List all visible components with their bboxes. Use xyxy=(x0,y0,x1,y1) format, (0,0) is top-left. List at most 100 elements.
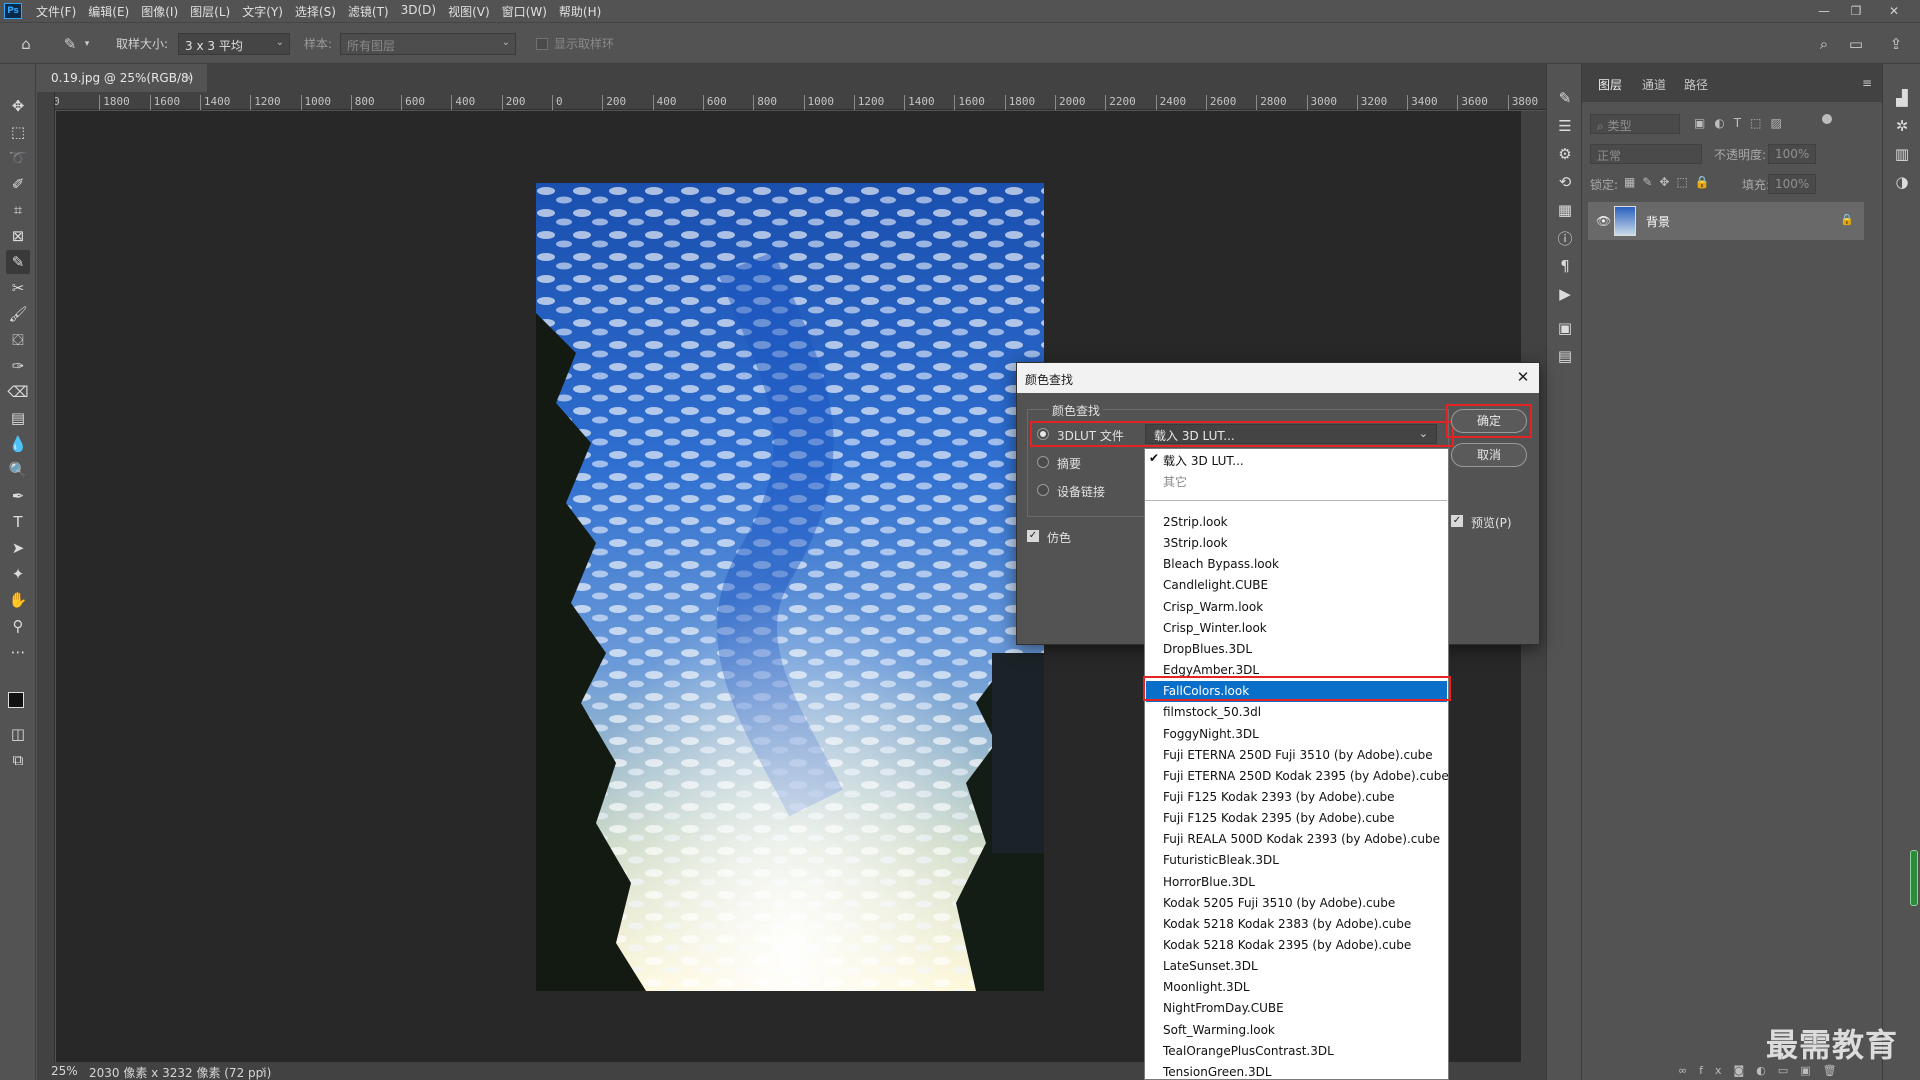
screen-mode-icon[interactable]: ⧉ xyxy=(6,748,30,772)
healing-brush-tool-icon[interactable]: ✂ xyxy=(6,276,30,300)
actions-play-icon[interactable]: ▶ xyxy=(1553,282,1577,306)
dropdown-item[interactable]: filmstock_50.3dl xyxy=(1146,702,1447,723)
dropdown-item[interactable]: Bleach Bypass.look xyxy=(1146,554,1447,575)
marquee-tool-icon[interactable]: ⬚ xyxy=(6,120,30,144)
menu-item[interactable]: 图像(I) xyxy=(135,3,184,20)
eyedropper-preset-icon[interactable]: ✎ xyxy=(60,34,80,54)
share-icon[interactable]: ⇪ xyxy=(1886,34,1906,54)
layer-filter-icons[interactable]: ▣◐T⬚▨ xyxy=(1694,116,1791,130)
navigator-icon[interactable]: ✲ xyxy=(1890,114,1914,138)
close-window-icon[interactable]: ✕ xyxy=(1880,0,1908,22)
path-selection-tool-icon[interactable]: ➤ xyxy=(6,536,30,560)
more-tools-icon[interactable]: ⋯ xyxy=(6,640,30,664)
menu-item[interactable]: 图层(L) xyxy=(184,3,236,20)
menu-item[interactable]: 3D(D) xyxy=(395,3,442,20)
show-ring-checkbox[interactable] xyxy=(536,38,548,50)
filter-toggle-icon[interactable] xyxy=(1822,114,1832,124)
dropdown-item[interactable]: DropBlues.3DL xyxy=(1146,639,1447,660)
dropdown-item[interactable]: Fuji ETERNA 250D Kodak 2395 (by Adobe).c… xyxy=(1146,766,1449,787)
clone-stamp-tool-icon[interactable]: ⛋ xyxy=(6,328,30,352)
dropdown-item[interactable]: Fuji ETERNA 250D Fuji 3510 (by Adobe).cu… xyxy=(1146,745,1447,766)
dropdown-item[interactable]: FoggyNight.3DL xyxy=(1146,724,1447,745)
close-icon[interactable]: ✕ xyxy=(1513,367,1533,387)
type-tool-icon[interactable]: T xyxy=(6,510,30,534)
preview-label[interactable]: 预览(P) xyxy=(1471,514,1512,531)
tab-paths[interactable]: 路径 xyxy=(1684,76,1708,93)
dropdown-item[interactable]: Fuji REALA 500D Kodak 2393 (by Adobe).cu… xyxy=(1146,829,1447,850)
radio-abstract-label[interactable]: 摘要 xyxy=(1057,455,1081,472)
history-icon[interactable]: ⟲ xyxy=(1553,170,1577,194)
dropdown-item-load-lut[interactable]: ✔ 载入 3D LUT... xyxy=(1146,449,1447,470)
pen-tool-icon[interactable]: ✒ xyxy=(6,484,30,508)
radio-device-link-label[interactable]: 设备链接 xyxy=(1057,483,1105,500)
color-icon[interactable]: ◑ xyxy=(1890,170,1914,194)
dodge-tool-icon[interactable]: 🔍 xyxy=(6,458,30,482)
home-icon[interactable]: ⌂ xyxy=(16,34,36,54)
dropdown-item[interactable]: NightFromDay.CUBE xyxy=(1146,998,1447,1019)
dropdown-item[interactable]: Soft_Warming.look xyxy=(1146,1020,1447,1041)
dither-checkbox[interactable]: ✓ xyxy=(1027,530,1039,542)
dropdown-item[interactable]: Kodak 5205 Fuji 3510 (by Adobe).cube xyxy=(1146,893,1447,914)
quick-mask-icon[interactable]: ◫ xyxy=(6,722,30,746)
lasso-tool-icon[interactable]: ➰ xyxy=(6,146,30,170)
menu-item[interactable]: 选择(S) xyxy=(289,3,342,20)
styles-icon[interactable]: ▥ xyxy=(1890,142,1914,166)
dropdown-item[interactable]: Candlelight.CUBE xyxy=(1146,575,1447,596)
dropdown-item[interactable]: FuturisticBleak.3DL xyxy=(1146,850,1447,871)
zoom-level[interactable]: 25% xyxy=(51,1064,78,1078)
panel-menu-icon[interactable]: ≡ xyxy=(1862,76,1872,90)
eyedropper-tool-icon[interactable]: ✎ xyxy=(6,250,30,274)
layer-name[interactable]: 背景 xyxy=(1646,213,1670,230)
cancel-button[interactable]: 取消 xyxy=(1451,443,1527,467)
hand-tool-icon[interactable]: ✋ xyxy=(6,588,30,612)
zoom-tool-icon[interactable]: ⚲ xyxy=(6,614,30,638)
menu-item[interactable]: 窗口(W) xyxy=(496,3,553,20)
history-brush-tool-icon[interactable]: ✑ xyxy=(6,354,30,378)
document-image[interactable] xyxy=(536,183,1044,991)
swatches-icon[interactable]: ▣ xyxy=(1553,316,1577,340)
brush-settings-icon[interactable]: ✎ xyxy=(1553,86,1577,110)
workspace-icon[interactable]: ▭ xyxy=(1846,34,1866,54)
move-tool-icon[interactable]: ✥ xyxy=(6,94,30,118)
close-tab-icon[interactable]: × xyxy=(184,71,193,84)
menu-item[interactable]: 文字(Y) xyxy=(236,3,289,20)
sample-select[interactable]: 所有图层 ⌄ xyxy=(340,33,516,55)
layer-actions-bar[interactable]: ∞fx◙◐▭▣🗑 xyxy=(1582,1064,1882,1080)
dropdown-item[interactable]: TensionGreen.3DL xyxy=(1146,1062,1447,1080)
status-chevron-icon[interactable]: › xyxy=(261,1063,266,1077)
dropdown-item[interactable]: TealOrangePlusContrast.3DL xyxy=(1146,1041,1447,1062)
search-icon[interactable]: ⌕ xyxy=(1814,34,1834,54)
dropdown-item[interactable]: Crisp_Winter.look xyxy=(1146,618,1447,639)
dropdown-item[interactable]: 2Strip.look xyxy=(1146,512,1447,533)
eraser-tool-icon[interactable]: ⌫ xyxy=(6,380,30,404)
menu-item[interactable]: 滤镜(T) xyxy=(342,3,395,20)
dropdown-item[interactable]: HorrorBlue.3DL xyxy=(1146,872,1447,893)
character-icon[interactable]: ¶ xyxy=(1553,254,1577,278)
info-icon[interactable]: ⓘ xyxy=(1553,226,1577,250)
dropdown-item[interactable]: Fuji F125 Kodak 2393 (by Adobe).cube xyxy=(1146,787,1447,808)
radio-abstract[interactable] xyxy=(1037,456,1049,468)
frame-tool-icon[interactable]: ⊠ xyxy=(6,224,30,248)
dropdown-item[interactable]: Crisp_Warm.look xyxy=(1146,597,1447,618)
crop-tool-icon[interactable]: ⌗ xyxy=(6,198,30,222)
menu-item[interactable]: 编辑(E) xyxy=(82,3,135,20)
brush-tool-icon[interactable]: 🖌 xyxy=(6,302,30,326)
dither-label[interactable]: 仿色 xyxy=(1047,529,1071,546)
menu-item[interactable]: 帮助(H) xyxy=(553,3,607,20)
custom-shape-tool-icon[interactable]: ✦ xyxy=(6,562,30,586)
menu-item[interactable]: 视图(V) xyxy=(442,3,496,20)
lock-icons[interactable]: ▦✎✥⬚🔒 xyxy=(1624,175,1717,189)
properties-icon[interactable]: ⚙ xyxy=(1553,142,1577,166)
foreground-color-swatch[interactable] xyxy=(8,692,24,708)
opacity-field[interactable]: 100% xyxy=(1768,144,1816,164)
blend-mode-select[interactable]: 正常 xyxy=(1590,144,1702,164)
blur-tool-icon[interactable]: 💧 xyxy=(6,432,30,456)
minimize-icon[interactable]: — xyxy=(1810,0,1838,22)
restore-icon[interactable]: ❐ xyxy=(1842,0,1870,22)
document-tab[interactable]: 0.19.jpg @ 25%(RGB/8) × xyxy=(37,64,207,92)
libraries-icon[interactable]: ▦ xyxy=(1553,198,1577,222)
tab-channels[interactable]: 通道 xyxy=(1642,76,1666,93)
dropdown-item[interactable]: Kodak 5218 Kodak 2395 (by Adobe).cube xyxy=(1146,935,1447,956)
notes-icon[interactable]: ▤ xyxy=(1553,344,1577,368)
quick-select-tool-icon[interactable]: ✐ xyxy=(6,172,30,196)
